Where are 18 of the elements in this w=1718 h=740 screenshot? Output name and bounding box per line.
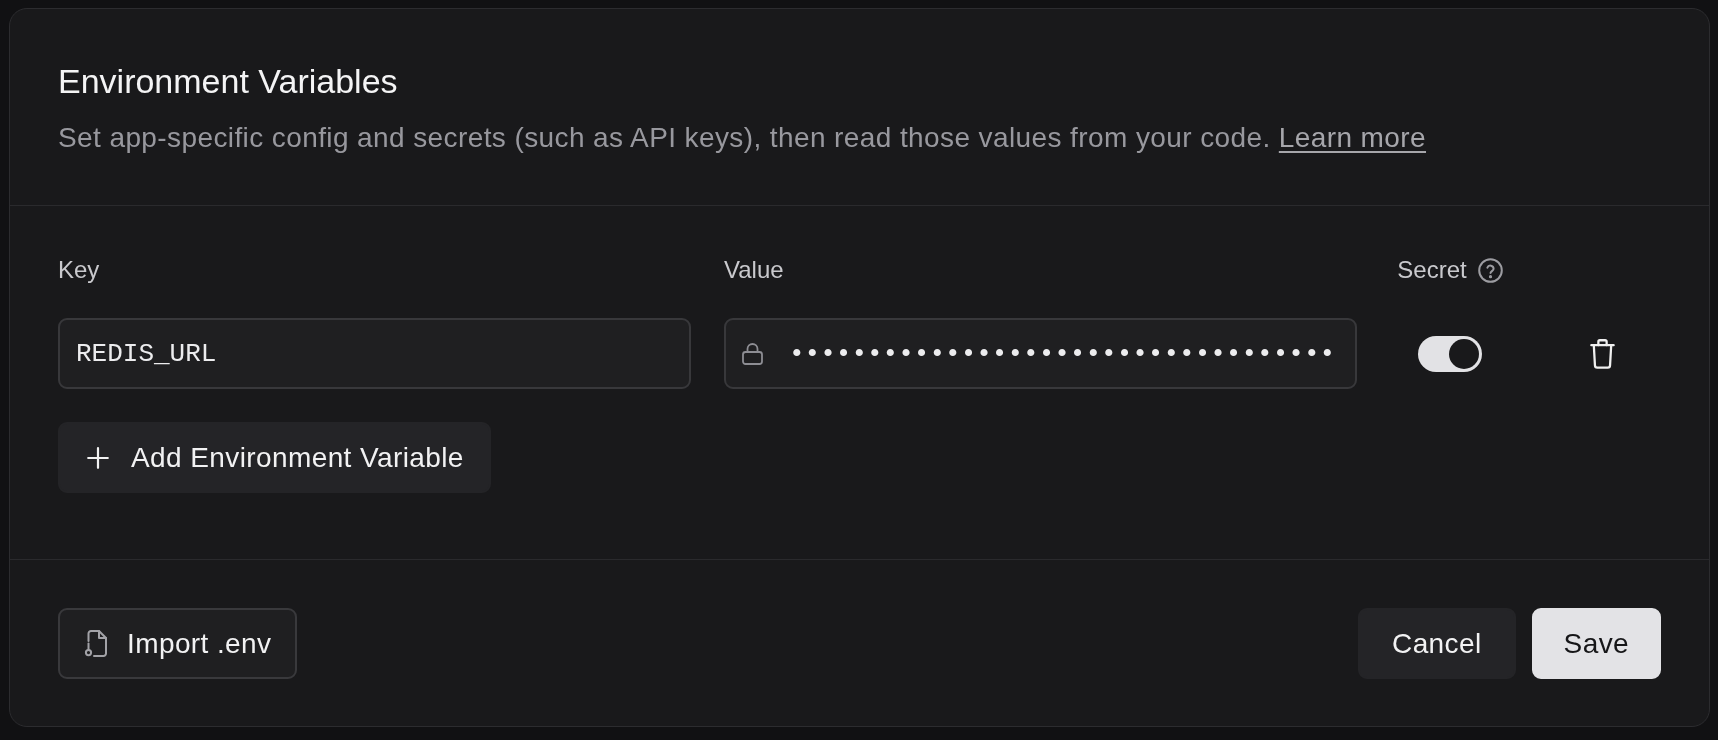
- trash-icon[interactable]: [1589, 338, 1615, 369]
- cancel-button[interactable]: Cancel: [1358, 608, 1516, 679]
- file-icon: [84, 630, 108, 657]
- value-field[interactable]: •••••••••••••••••••••••••••••••••••: [724, 318, 1357, 389]
- key-field[interactable]: REDIS_URL: [58, 318, 691, 389]
- import-env-button[interactable]: Import .env: [58, 608, 298, 679]
- dialog-title: Environment Variables: [58, 61, 399, 101]
- save-button[interactable]: Save: [1531, 608, 1661, 679]
- plus-icon: [87, 446, 109, 469]
- learn-more-link[interactable]: Learn more: [1278, 122, 1426, 153]
- secret-label: Secret: [1397, 255, 1467, 285]
- description-text: Set app-specific config and secrets (such as API keys), then read those values from your code. Learn more: [58, 121, 1427, 155]
- lock-icon: [742, 342, 763, 365]
- help-icon[interactable]: [1477, 257, 1503, 283]
- value-label: Value: [724, 255, 784, 285]
- key-label: Key: [58, 255, 100, 285]
- add-variable-button[interactable]: Add Environment Variable: [58, 422, 491, 493]
- secret-toggle[interactable]: [1418, 335, 1482, 372]
